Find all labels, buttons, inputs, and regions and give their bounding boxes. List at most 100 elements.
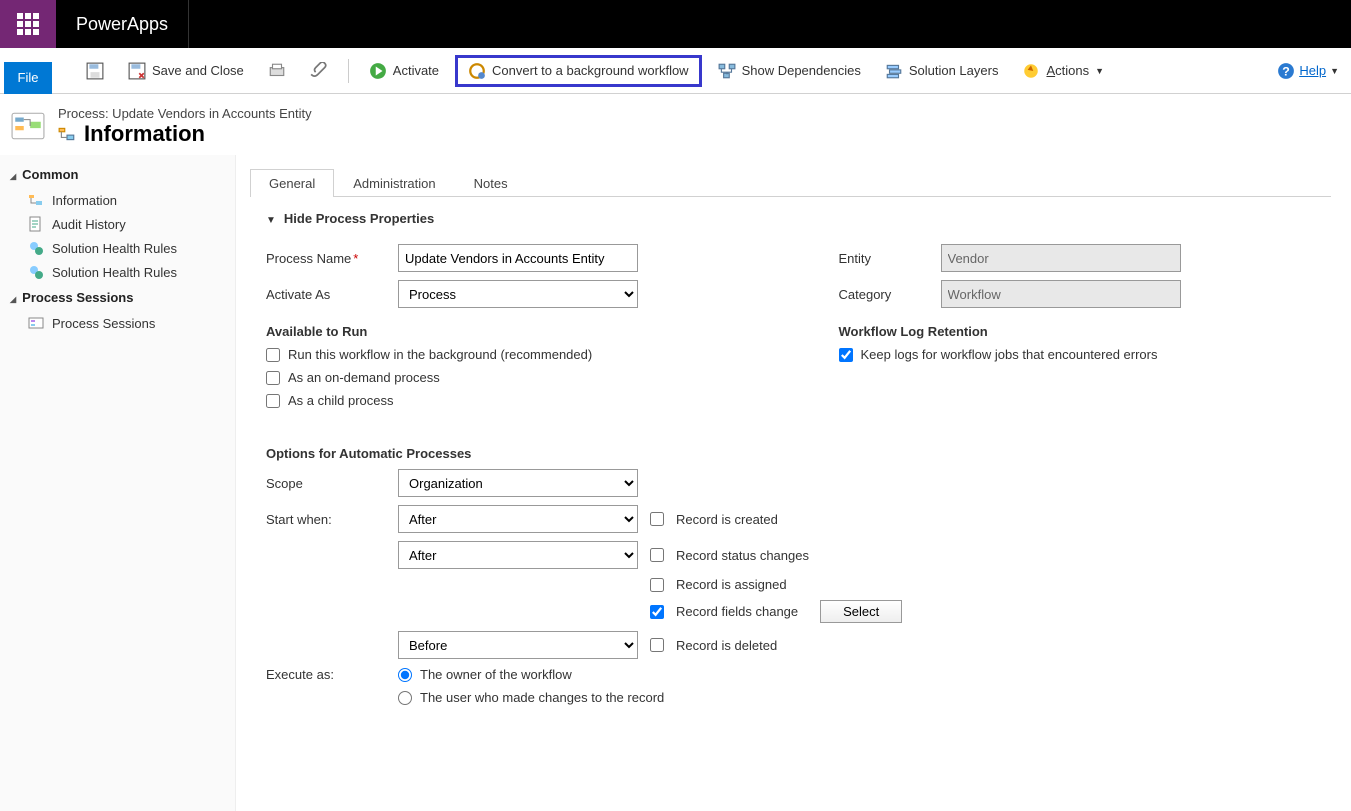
attachment-button[interactable] [302,58,336,84]
process-name-label: Process Name [266,251,386,266]
record-status-checkbox[interactable] [650,548,664,562]
chevron-down-icon [266,211,276,226]
help-button[interactable]: ? Help ▼ [1277,62,1339,80]
tab-administration[interactable]: Administration [334,169,454,197]
sidebar-item-solution-health-2[interactable]: Solution Health Rules [0,260,235,284]
scope-select[interactable]: Organization [398,469,638,497]
save-button[interactable] [78,58,112,84]
show-dependencies-label: Show Dependencies [742,63,861,78]
activate-label: Activate [393,63,439,78]
hide-properties-label: Hide Process Properties [284,211,434,226]
owner-radio[interactable] [398,668,412,682]
select-fields-button[interactable]: Select [820,600,902,623]
start-when-select-3[interactable]: Before [398,631,638,659]
start-when-select-1[interactable]: After [398,505,638,533]
category-input [941,280,1181,308]
assign-button[interactable] [260,58,294,84]
sidebar-item-label: Solution Health Rules [52,241,177,256]
chevron-down-icon: ▼ [1330,66,1339,76]
dependencies-icon [718,62,736,80]
app-launcher[interactable] [0,0,56,48]
entity-label: Entity [839,251,929,266]
activate-button[interactable]: Activate [361,58,447,84]
page-header: Process: Update Vendors in Accounts Enti… [0,94,1351,155]
sidebar-group-label: Common [22,167,78,182]
help-icon: ? [1277,62,1295,80]
hide-properties-toggle[interactable]: Hide Process Properties [266,211,1331,226]
tab-row: General Administration Notes [250,169,1331,197]
sidebar-group-label: Process Sessions [22,290,133,305]
sidebar-group-common[interactable]: Common [0,161,235,188]
sidebar-item-process-sessions[interactable]: Process Sessions [0,311,235,335]
run-background-label: Run this workflow in the background (rec… [288,347,592,362]
actions-icon [1022,62,1040,80]
activate-as-select[interactable]: Process [398,280,638,308]
tab-general[interactable]: General [250,169,334,197]
audit-icon [28,216,44,232]
help-text: Help [1299,63,1326,78]
record-fields-change-checkbox[interactable] [650,605,664,619]
category-label: Category [839,287,929,302]
convert-to-background-workflow-button[interactable]: Convert to a background workflow [455,55,702,87]
sidebar-group-process-sessions[interactable]: Process Sessions [0,284,235,311]
record-assigned-checkbox[interactable] [650,578,664,592]
global-header: PowerApps [0,0,1351,48]
save-icon [86,62,104,80]
process-name-input[interactable] [398,244,638,272]
ribbon: File Save and Close Activate Convert to … [0,48,1351,94]
save-close-icon [128,62,146,80]
convert-label: Convert to a background workflow [492,63,689,78]
record-deleted-checkbox[interactable] [650,638,664,652]
sidebar-item-label: Process Sessions [52,316,155,331]
solution-layers-button[interactable]: Solution Layers [877,58,1007,84]
record-created-checkbox[interactable] [650,512,664,526]
user-radio-label: The user who made changes to the record [420,690,664,705]
paperclip-icon [310,62,328,80]
on-demand-checkbox[interactable] [266,371,280,385]
available-to-run-header: Available to Run [266,324,759,339]
actions-label: Actions [1046,63,1089,78]
options-auto-header: Options for Automatic Processes [266,446,1331,461]
page-title: Information [84,121,205,147]
layers-icon [885,62,903,80]
record-assigned-label: Record is assigned [676,577,787,592]
print-icon [268,62,286,80]
execute-as-label: Execute as: [266,667,386,682]
start-when-select-2[interactable]: After [398,541,638,569]
sidebar: Common Information Audit History Solutio… [0,155,236,811]
sidebar-item-audit-history[interactable]: Audit History [0,212,235,236]
activate-icon [369,62,387,80]
info-icon [58,125,76,143]
actions-dropdown[interactable]: Actions ▼ [1014,58,1112,84]
record-status-label: Record status changes [676,548,809,563]
chevron-down-icon: ▼ [1095,66,1104,76]
sidebar-item-solution-health-1[interactable]: Solution Health Rules [0,236,235,260]
file-button[interactable]: File [4,62,52,94]
scope-label: Scope [266,476,386,491]
owner-radio-label: The owner of the workflow [420,667,572,682]
flow-icon [28,192,44,208]
run-background-checkbox[interactable] [266,348,280,362]
on-demand-label: As an on-demand process [288,370,440,385]
start-when-label: Start when: [266,512,386,527]
solution-layers-label: Solution Layers [909,63,999,78]
sidebar-item-information[interactable]: Information [0,188,235,212]
tab-notes[interactable]: Notes [455,169,527,197]
collapse-icon [10,167,16,182]
convert-icon [468,62,486,80]
health-icon [28,240,44,256]
child-process-checkbox[interactable] [266,394,280,408]
svg-text:?: ? [1283,64,1291,78]
health-icon [28,264,44,280]
show-dependencies-button[interactable]: Show Dependencies [710,58,869,84]
keep-logs-label: Keep logs for workflow jobs that encount… [861,347,1158,362]
waffle-icon [17,13,39,35]
record-fields-change-label: Record fields change [676,604,798,619]
keep-logs-checkbox[interactable] [839,348,853,362]
entity-input [941,244,1181,272]
breadcrumb: Process: Update Vendors in Accounts Enti… [58,106,312,121]
user-radio[interactable] [398,691,412,705]
collapse-icon [10,290,16,305]
save-and-close-button[interactable]: Save and Close [120,58,252,84]
sidebar-item-label: Solution Health Rules [52,265,177,280]
